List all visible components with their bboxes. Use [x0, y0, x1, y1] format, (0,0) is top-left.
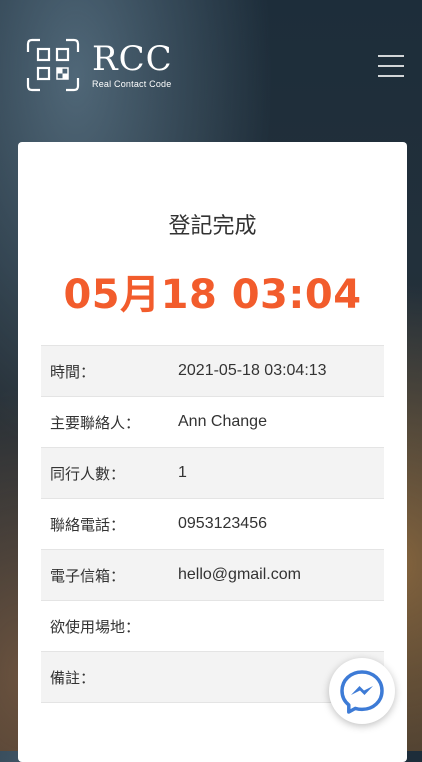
info-label: 欲使用場地： — [50, 617, 141, 636]
info-row-email: 電子信箱： hello@gmail.com — [41, 550, 384, 601]
info-row-venue: 欲使用場地： — [41, 601, 384, 652]
brand-name: RCC — [92, 38, 173, 79]
logo[interactable]: RCC Real Contact Code — [26, 38, 173, 92]
info-label: 電子信箱： — [50, 566, 126, 585]
info-table: 時間： 2021-05-18 03:04:13 主要聯絡人： Ann Chang… — [41, 345, 384, 703]
info-label: 主要聯絡人： — [50, 413, 141, 432]
info-label: 聯絡電話： — [50, 515, 126, 534]
info-row-time: 時間： 2021-05-18 03:04:13 — [41, 346, 384, 397]
info-label: 同行人數： — [50, 464, 126, 483]
info-row-contact: 主要聯絡人： Ann Change — [41, 397, 384, 448]
info-row-companions: 同行人數： 1 — [41, 448, 384, 499]
info-value: Ann Change — [178, 413, 267, 430]
registration-time-display: 05月18 03:04 — [63, 272, 362, 318]
hamburger-menu-icon[interactable] — [378, 55, 404, 77]
info-value: 1 — [178, 464, 187, 481]
info-label: 時間： — [50, 362, 96, 381]
info-row-phone: 聯絡電話： 0953123456 — [41, 499, 384, 550]
messenger-icon — [340, 670, 384, 714]
info-label: 備註： — [50, 668, 96, 687]
page-title: 登記完成 — [168, 214, 257, 239]
logo-text: RCC Real Contact Code — [92, 42, 173, 89]
rcc-logo-icon — [26, 38, 80, 92]
info-value: 2021-05-18 03:04:13 — [178, 362, 327, 379]
info-value: hello@gmail.com — [178, 566, 301, 583]
brand-tagline: Real Contact Code — [92, 78, 172, 89]
messenger-chat-button[interactable] — [329, 658, 395, 724]
info-value: 0953123456 — [178, 515, 267, 532]
header: RCC Real Contact Code — [0, 0, 422, 130]
